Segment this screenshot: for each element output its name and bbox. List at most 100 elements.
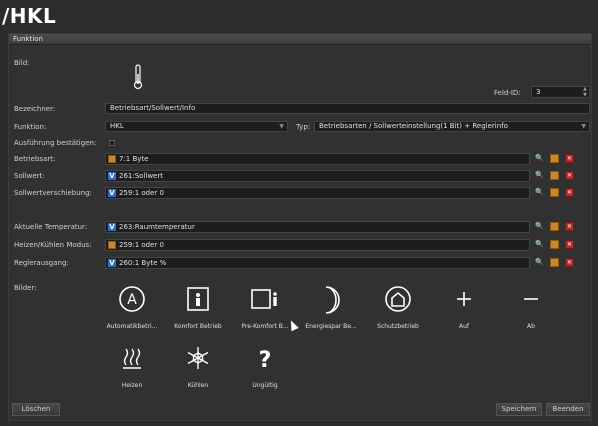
picture-caption: Kühlen [187,382,209,389]
funktion-select[interactable]: HKL ▼ [105,121,288,132]
cube-icon[interactable] [550,154,559,163]
picture-option[interactable]: Heizen [102,344,162,389]
picture-caption: Auf [458,323,470,330]
svg-text:?: ? [259,348,272,373]
object-field[interactable]: V 261:Sollwert [105,170,530,182]
object-label: Sollwert: [14,172,45,180]
search-icon[interactable]: 🔍 [535,240,544,249]
v-icon: V [108,259,116,267]
picture-caption: Pre-Komfort B... [241,323,289,330]
picture-option[interactable]: A Automatikbetri... [102,285,162,330]
plus-icon [457,292,471,306]
delete-icon[interactable]: ✕ [565,222,574,231]
object-label: Aktuelle Temperatur: [14,223,88,231]
feld-id-value: 3 [536,88,541,96]
bilder-label: Bilder: [14,284,37,292]
picture-caption: Heizen [121,382,143,389]
object-field[interactable]: V 260:1 Byte % [105,257,530,269]
object-label: Reglerausgang: [14,259,69,267]
picture-caption: Automatikbetri... [106,323,158,330]
delete-button[interactable]: Löschen [12,403,60,416]
object-value: 259:1 oder 0 [119,241,164,249]
delete-icon[interactable]: ✕ [565,171,574,180]
picture-caption: Ungültig [252,382,278,389]
typ-value: Betriebsarten / Sollwerteinstellung(1 Bi… [319,122,508,130]
v-icon: V [108,189,116,197]
picture-option[interactable]: Pre-Komfort B... [235,285,295,330]
object-field[interactable]: V 263:Raumtemperatur [105,221,530,233]
object-field[interactable]: 7:1 Byte [105,153,530,165]
funktion-label: Funktion: [14,123,47,131]
bezeichner-input[interactable]: Betriebsart/Sollwert/Info [105,103,590,114]
delete-icon[interactable]: ✕ [565,154,574,163]
picture-caption: Energiespar Be... [305,323,357,330]
comfort-icon [187,287,209,311]
spin-arrows-icon[interactable]: ▲ ▼ [583,86,587,98]
picture-option[interactable]: Ab [501,285,561,330]
cube-icon[interactable] [550,258,559,267]
v-icon: V [108,223,116,231]
cube-icon[interactable] [550,171,559,180]
svg-text:A: A [127,292,137,308]
ausfuehrung-checkbox[interactable] [109,140,115,146]
box-icon [108,241,116,249]
automatic-icon: A [119,286,145,312]
feld-id-label: Feld-ID: [494,89,521,97]
object-value: 261:Sollwert [119,172,163,180]
funktion-value: HKL [110,122,124,130]
picture-option[interactable]: Komfort Betrieb [168,285,228,330]
picture-caption: Komfort Betrieb [174,323,222,330]
object-label: Heizen/Kühlen Modus: [14,241,92,249]
thermometer-icon[interactable] [133,64,143,90]
object-field[interactable]: 259:1 oder 0 [105,239,530,251]
pre-comfort-icon [251,289,277,309]
box-icon [108,155,116,163]
object-value: 259:1 oder 0 [119,189,164,197]
house-icon [385,286,411,312]
moon-icon [325,286,340,314]
function-panel: Funktion Bild: Feld-ID: 3 ▲ ▼ Bezeichner:… [8,33,592,421]
save-button[interactable]: Speichern [496,403,542,416]
chevron-down-icon: ▼ [279,123,284,130]
object-value: 263:Raumtemperatur [119,223,195,231]
search-icon[interactable]: 🔍 [535,188,544,197]
ausfuehrung-label: Ausführung bestätigen: [14,139,97,147]
picture-option[interactable]: Schutzbetrieb [368,285,428,330]
delete-icon[interactable]: ✕ [565,188,574,197]
close-button[interactable]: Beenden [546,403,590,416]
picture-option[interactable]: Energiespar Be... [301,285,361,330]
picture-option[interactable]: Auf [434,285,494,330]
object-label: Sollwertverschiebung: [14,189,92,197]
window-titlebar: /HKL [0,0,598,32]
picture-caption: Schutzbetrieb [377,323,419,330]
feld-id-input[interactable]: 3 ▲ ▼ [531,86,590,98]
tab-funktion-label: Funktion [13,35,43,43]
search-icon[interactable]: 🔍 [535,222,544,231]
search-icon[interactable]: 🔍 [535,171,544,180]
picture-option[interactable]: Kühlen [168,344,228,389]
snowflake-icon [187,347,209,369]
picture-caption: Ab [527,323,535,330]
typ-label: Typ: [296,123,311,131]
delete-icon[interactable]: ✕ [565,258,574,267]
cube-icon[interactable] [550,188,559,197]
chevron-down-icon: ▼ [581,123,586,130]
heat-icon [123,348,141,369]
typ-select[interactable]: Betriebsarten / Sollwerteinstellung(1 Bi… [314,121,590,132]
tab-funktion[interactable]: Funktion [9,34,591,45]
picture-option[interactable]: ? Ungültig [235,344,295,389]
search-icon[interactable]: 🔍 [535,154,544,163]
bild-label: Bild: [14,59,30,67]
object-value: 7:1 Byte [119,155,149,163]
delete-icon[interactable]: ✕ [565,240,574,249]
cube-icon[interactable] [550,222,559,231]
object-field[interactable]: V 259:1 oder 0 [105,187,530,199]
object-label: Betriebsart: [14,155,56,163]
v-icon: V [108,172,116,180]
search-icon[interactable]: 🔍 [535,258,544,267]
minus-icon [524,298,538,300]
object-value: 260:1 Byte % [119,259,167,267]
question-icon: ? [259,348,272,373]
window-title: /HKL [2,4,57,28]
cube-icon[interactable] [550,240,559,249]
